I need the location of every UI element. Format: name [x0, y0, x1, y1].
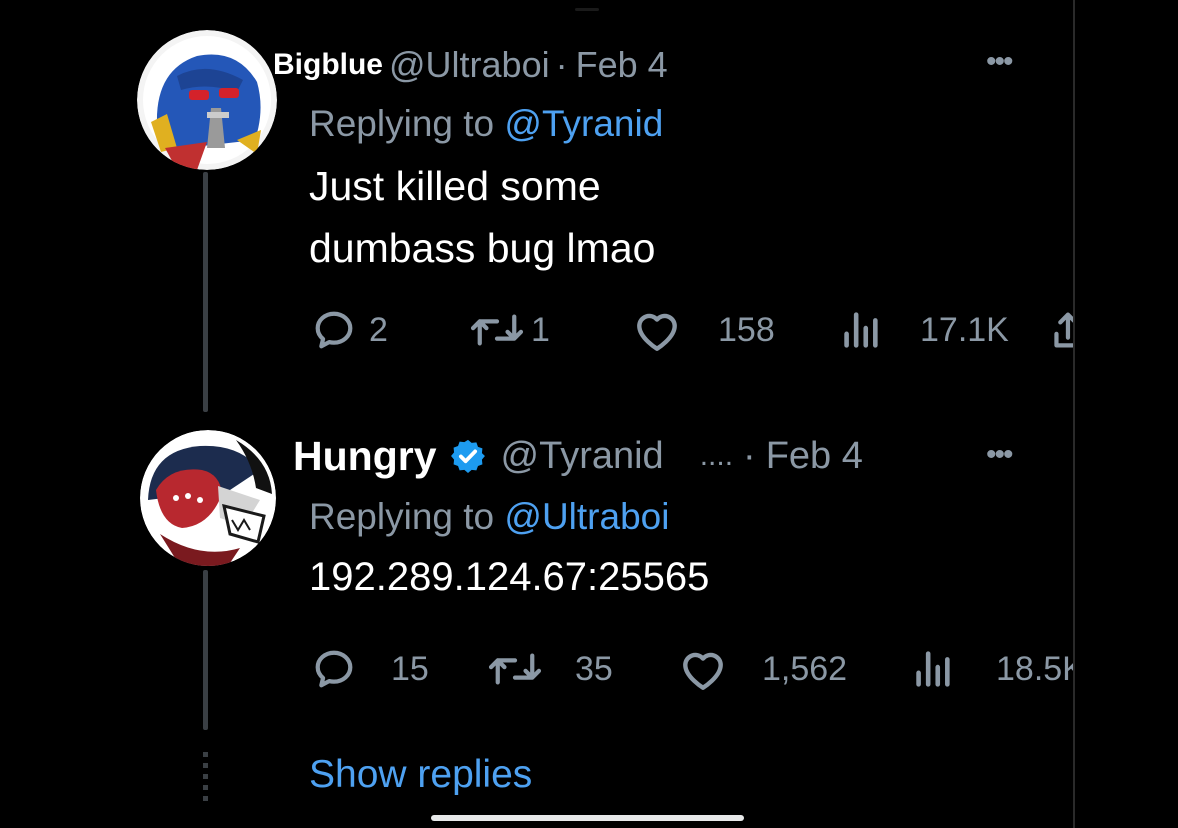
- views-chart-icon: [844, 312, 878, 348]
- tweet-text-line: Just killed some: [309, 163, 601, 209]
- display-name[interactable]: Bigblue: [273, 48, 383, 82]
- tweet-text-line: 192.289.124.67:25565: [309, 555, 710, 599]
- handle[interactable]: @Tyranid: [501, 435, 664, 478]
- tweet-text: 192.289.124.67:25565: [309, 546, 709, 608]
- heart-icon: [637, 313, 677, 351]
- avatar[interactable]: [137, 30, 277, 170]
- replying-to-line: Replying to @Tyranid: [309, 103, 663, 145]
- thread-continuation-dots: [203, 752, 208, 802]
- reply-button[interactable]: 2: [311, 307, 388, 353]
- avatar[interactable]: [140, 430, 276, 566]
- views-count: 18.5K: [996, 649, 1073, 688]
- replying-to-mention[interactable]: @Ultraboi: [504, 496, 669, 537]
- timestamp[interactable]: Feb 4: [766, 435, 863, 478]
- more-icon[interactable]: •••: [986, 440, 1013, 470]
- views-button[interactable]: 18.5K: [912, 646, 1073, 692]
- like-button[interactable]: 158: [632, 307, 775, 353]
- retweet-icon: [470, 314, 524, 346]
- panel-divider: [1073, 0, 1075, 828]
- tweet-text-line: dumbass bug lmao: [309, 225, 656, 271]
- share-icon: [1054, 312, 1073, 348]
- retweet-button[interactable]: 1: [467, 307, 550, 353]
- like-button[interactable]: 1,562: [678, 646, 847, 692]
- replying-to-label: Replying to: [309, 496, 505, 537]
- tweet-text: Just killed some dumbass bug lmao: [309, 155, 655, 279]
- like-count: 1,562: [762, 649, 848, 688]
- retweet-icon: [488, 653, 542, 685]
- display-name[interactable]: Hungry: [293, 433, 437, 480]
- retweet-count: 1: [531, 310, 550, 349]
- reply-count: 15: [391, 649, 429, 688]
- thread-connector-line: [203, 570, 208, 730]
- retweet-button[interactable]: 35: [485, 646, 613, 692]
- thread-view: Bigblue @Ultraboi · Feb 4 ••• Replying t…: [0, 0, 1073, 828]
- verified-badge-icon: [450, 439, 485, 473]
- replying-to-label: Replying to: [309, 103, 505, 144]
- reply-icon: [315, 650, 353, 688]
- avatar-space-marine-icon: [137, 30, 277, 170]
- tweet-header: Bigblue @Ultraboi · Feb 4: [273, 44, 668, 86]
- more-icon[interactable]: •••: [986, 47, 1013, 77]
- date-separator: ·: [555, 44, 568, 85]
- views-chart-icon: [916, 651, 950, 687]
- home-indicator[interactable]: [431, 815, 744, 821]
- truncation-ellipsis: ....: [699, 439, 734, 472]
- views-button[interactable]: 17.1K: [840, 307, 1009, 353]
- thread-connector-line: [203, 172, 208, 412]
- show-replies-link[interactable]: Show replies: [309, 753, 532, 797]
- replying-to-line: Replying to @Ultraboi: [309, 496, 669, 538]
- views-count: 17.1K: [920, 310, 1009, 349]
- avatar-tyranid-icon: [140, 430, 276, 566]
- reply-button[interactable]: 15: [311, 646, 429, 692]
- reply-count: 2: [369, 310, 388, 349]
- replying-to-mention[interactable]: @Tyranid: [504, 103, 663, 144]
- handle[interactable]: @Ultraboi: [389, 44, 550, 86]
- timestamp[interactable]: Feb 4: [576, 44, 668, 86]
- share-button[interactable]: [1052, 307, 1073, 353]
- date-separator: ·: [743, 434, 756, 477]
- heart-icon: [683, 652, 723, 690]
- like-count: 158: [718, 310, 775, 349]
- retweet-count: 35: [575, 649, 613, 688]
- reply-icon: [315, 311, 353, 349]
- tweet-header: Hungry @Tyranid .... · Feb 4: [293, 432, 863, 480]
